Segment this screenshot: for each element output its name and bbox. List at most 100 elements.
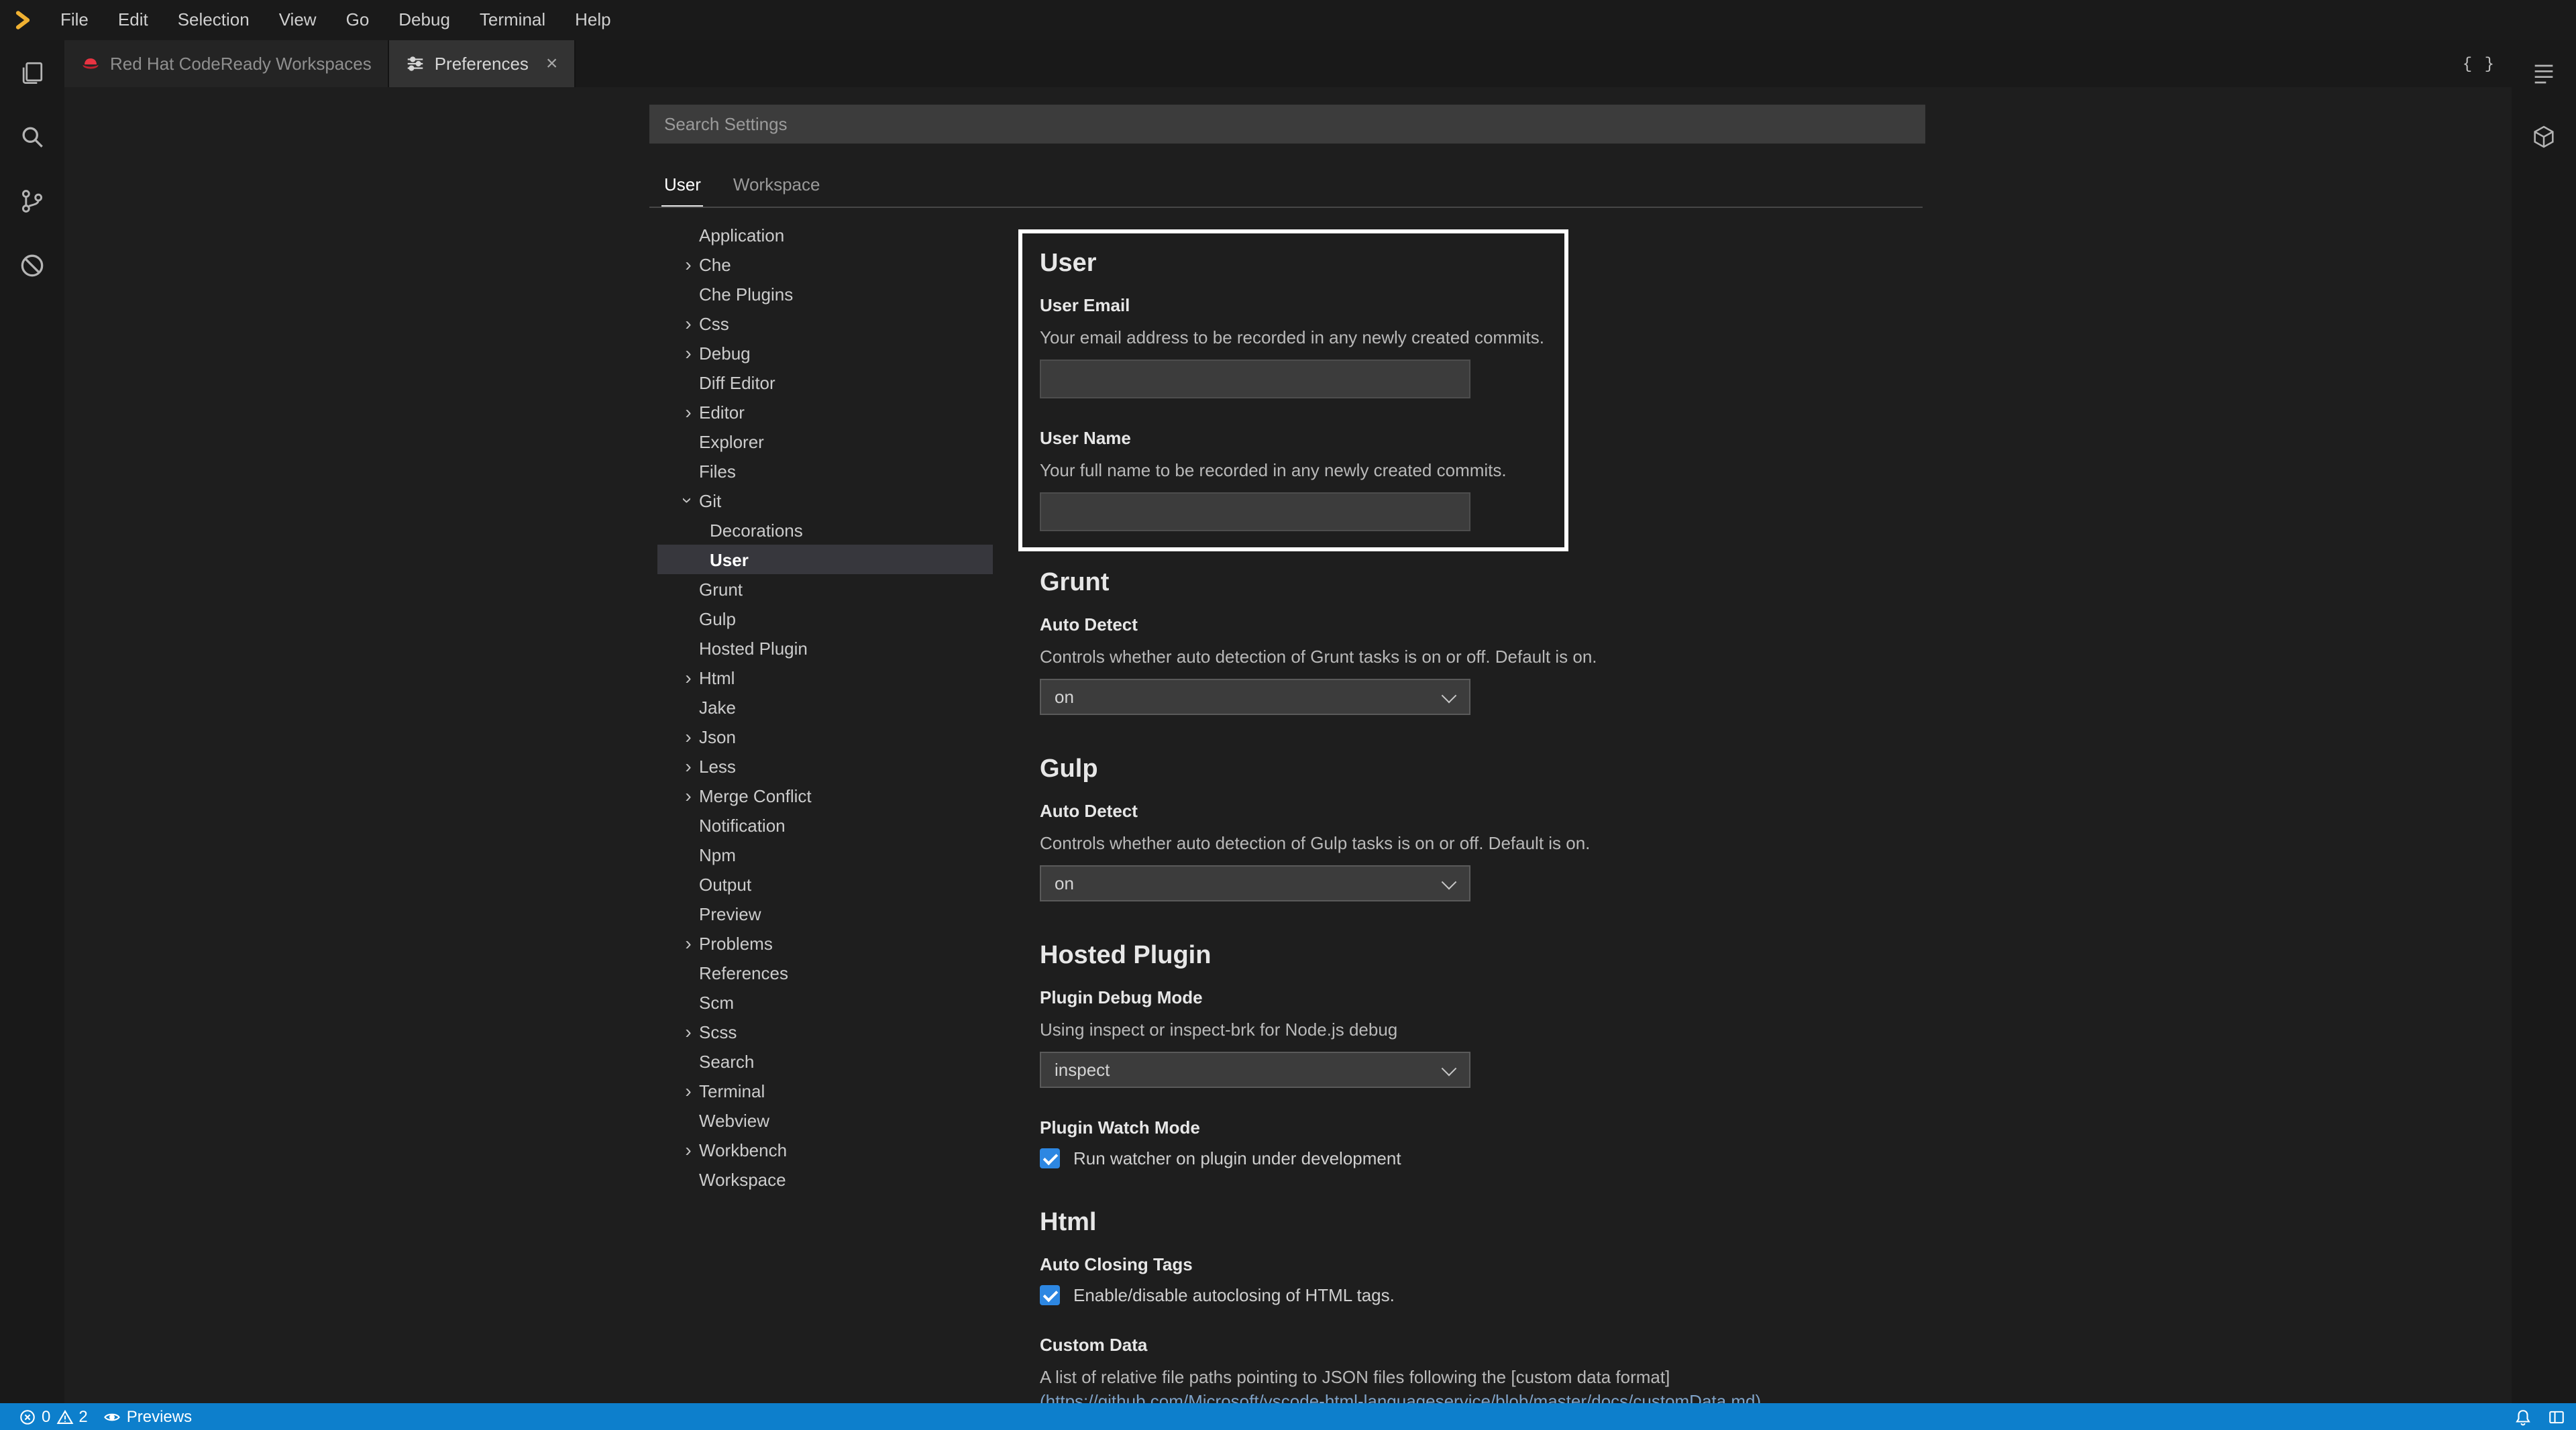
tree-item-git[interactable]: › Git — [657, 486, 993, 515]
tree-item-references[interactable]: References — [657, 958, 993, 987]
tree-item-che[interactable]: › Che — [657, 250, 993, 279]
tree-item-search[interactable]: Search — [657, 1046, 993, 1076]
chevron-right-icon[interactable]: › — [678, 314, 699, 333]
tree-item-preview[interactable]: Preview — [657, 899, 993, 928]
setting-name: Plugin Debug Mode — [1040, 987, 1203, 1007]
user-email-input[interactable] — [1040, 360, 1470, 398]
chevron-right-icon[interactable]: › — [678, 1022, 699, 1041]
plugin-watch-mode-checkbox[interactable] — [1040, 1148, 1060, 1168]
chevron-down-icon[interactable]: › — [678, 490, 699, 511]
select-value: on — [1055, 687, 1074, 707]
tab-codeready-workspaces[interactable]: Red Hat CodeReady Workspaces — [64, 40, 389, 87]
chevron-right-icon[interactable]: › — [678, 1081, 699, 1100]
chevron-right-icon[interactable]: › — [678, 255, 699, 274]
menu-selection[interactable]: Selection — [163, 0, 264, 40]
chevron-right-icon[interactable]: › — [678, 668, 699, 687]
search-settings-input[interactable] — [649, 105, 1925, 144]
files-icon[interactable] — [0, 40, 64, 105]
user-name-input[interactable] — [1040, 492, 1470, 531]
previews-label: Previews — [126, 1407, 193, 1426]
tree-item-che-plugins[interactable]: Che Plugins — [657, 279, 993, 309]
chevron-right-icon[interactable]: › — [678, 402, 699, 421]
setting-description: Your full name to be recorded in any new… — [1040, 460, 1507, 480]
menu-terminal[interactable]: Terminal — [465, 0, 560, 40]
tree-item-json[interactable]: › Json — [657, 722, 993, 751]
previews-button[interactable]: Previews — [96, 1403, 200, 1430]
tree-item-notification[interactable]: Notification — [657, 810, 993, 840]
tree-item-user[interactable]: User — [657, 545, 993, 574]
problems-status[interactable]: 0 2 — [11, 1403, 96, 1430]
tree-item-editor[interactable]: › Editor — [657, 397, 993, 427]
tree-item-application[interactable]: Application — [657, 220, 993, 250]
menu-debug[interactable]: Debug — [384, 0, 465, 40]
source-control-icon[interactable] — [0, 169, 64, 233]
settings-section-grunt: Grunt Auto Detect Controls whether auto de… — [1018, 569, 1823, 715]
tree-item-gulp[interactable]: Gulp — [657, 604, 993, 633]
tree-item-diff-editor[interactable]: Diff Editor — [657, 368, 993, 397]
chevron-right-icon[interactable]: › — [678, 727, 699, 746]
tab-preferences[interactable]: Preferences × — [388, 40, 576, 87]
menu-file[interactable]: File — [46, 0, 103, 40]
tree-item-scss[interactable]: › Scss — [657, 1017, 993, 1046]
close-icon[interactable]: × — [546, 54, 558, 74]
tree-item-files[interactable]: Files — [657, 456, 993, 486]
chevron-right-icon[interactable]: › — [678, 934, 699, 952]
chevron-right-icon[interactable]: › — [678, 1140, 699, 1159]
tree-item-decorations[interactable]: Decorations — [657, 515, 993, 545]
tree-item-scm[interactable]: Scm — [657, 987, 993, 1017]
list-icon[interactable] — [2512, 40, 2576, 105]
tree-item-label: Css — [699, 313, 729, 333]
menu-edit[interactable]: Edit — [103, 0, 163, 40]
auto-detect-select[interactable]: on — [1040, 679, 1470, 715]
plugin-debug-mode-select[interactable]: inspect — [1040, 1052, 1470, 1088]
setting-name: Auto Detect — [1040, 614, 1138, 635]
search-icon[interactable] — [0, 105, 64, 169]
tree-item-problems[interactable]: › Problems — [657, 928, 993, 958]
tree-item-jake[interactable]: Jake — [657, 692, 993, 722]
tree-item-npm[interactable]: Npm — [657, 840, 993, 869]
scope-tab-user[interactable]: User — [661, 164, 704, 207]
tree-item-webview[interactable]: Webview — [657, 1105, 993, 1135]
tree-item-label: Notification — [699, 815, 786, 835]
open-settings-json-button[interactable]: { } — [2463, 54, 2496, 73]
disabled-circle-icon[interactable] — [0, 233, 64, 298]
tree-item-debug[interactable]: › Debug — [657, 338, 993, 368]
editor-layout-icon[interactable] — [2548, 1408, 2565, 1425]
bell-icon[interactable] — [2514, 1408, 2532, 1425]
chevron-right-icon[interactable]: › — [678, 786, 699, 805]
auto-detect-select[interactable]: on — [1040, 865, 1470, 901]
activity-bar — [0, 40, 64, 1403]
chevron-right-icon[interactable]: › — [678, 343, 699, 362]
menu-go[interactable]: Go — [331, 0, 384, 40]
menu-view[interactable]: View — [264, 0, 331, 40]
chevron-right-icon[interactable]: › — [678, 757, 699, 775]
menu-help[interactable]: Help — [560, 0, 626, 40]
tree-item-grunt[interactable]: Grunt — [657, 574, 993, 604]
auto-closing-tags-checkbox[interactable] — [1040, 1285, 1060, 1305]
tree-item-terminal[interactable]: › Terminal — [657, 1076, 993, 1105]
cube-icon[interactable] — [2512, 105, 2576, 169]
tree-item-workbench[interactable]: › Workbench — [657, 1135, 993, 1164]
error-icon — [19, 1408, 36, 1425]
tree-item-explorer[interactable]: Explorer — [657, 427, 993, 456]
tree-item-html[interactable]: › Html — [657, 663, 993, 692]
tree-item-workspace[interactable]: Workspace — [657, 1164, 993, 1194]
tree-item-less[interactable]: › Less — [657, 751, 993, 781]
scope-tab-workspace[interactable]: Workspace — [731, 164, 823, 207]
tree-item-css[interactable]: › Css — [657, 309, 993, 338]
tree-item-output[interactable]: Output — [657, 869, 993, 899]
tree-item-hosted-plugin[interactable]: Hosted Plugin — [657, 633, 993, 663]
tree-item-merge-conflict[interactable]: › Merge Conflict — [657, 781, 993, 810]
preview-eye-icon — [104, 1408, 121, 1425]
app-logo-icon[interactable] — [0, 0, 46, 40]
setting-auto-closing-tags: Auto Closing Tags Enable/disable autoclos… — [1040, 1254, 1823, 1305]
section-title: Grunt — [1040, 569, 1110, 597]
